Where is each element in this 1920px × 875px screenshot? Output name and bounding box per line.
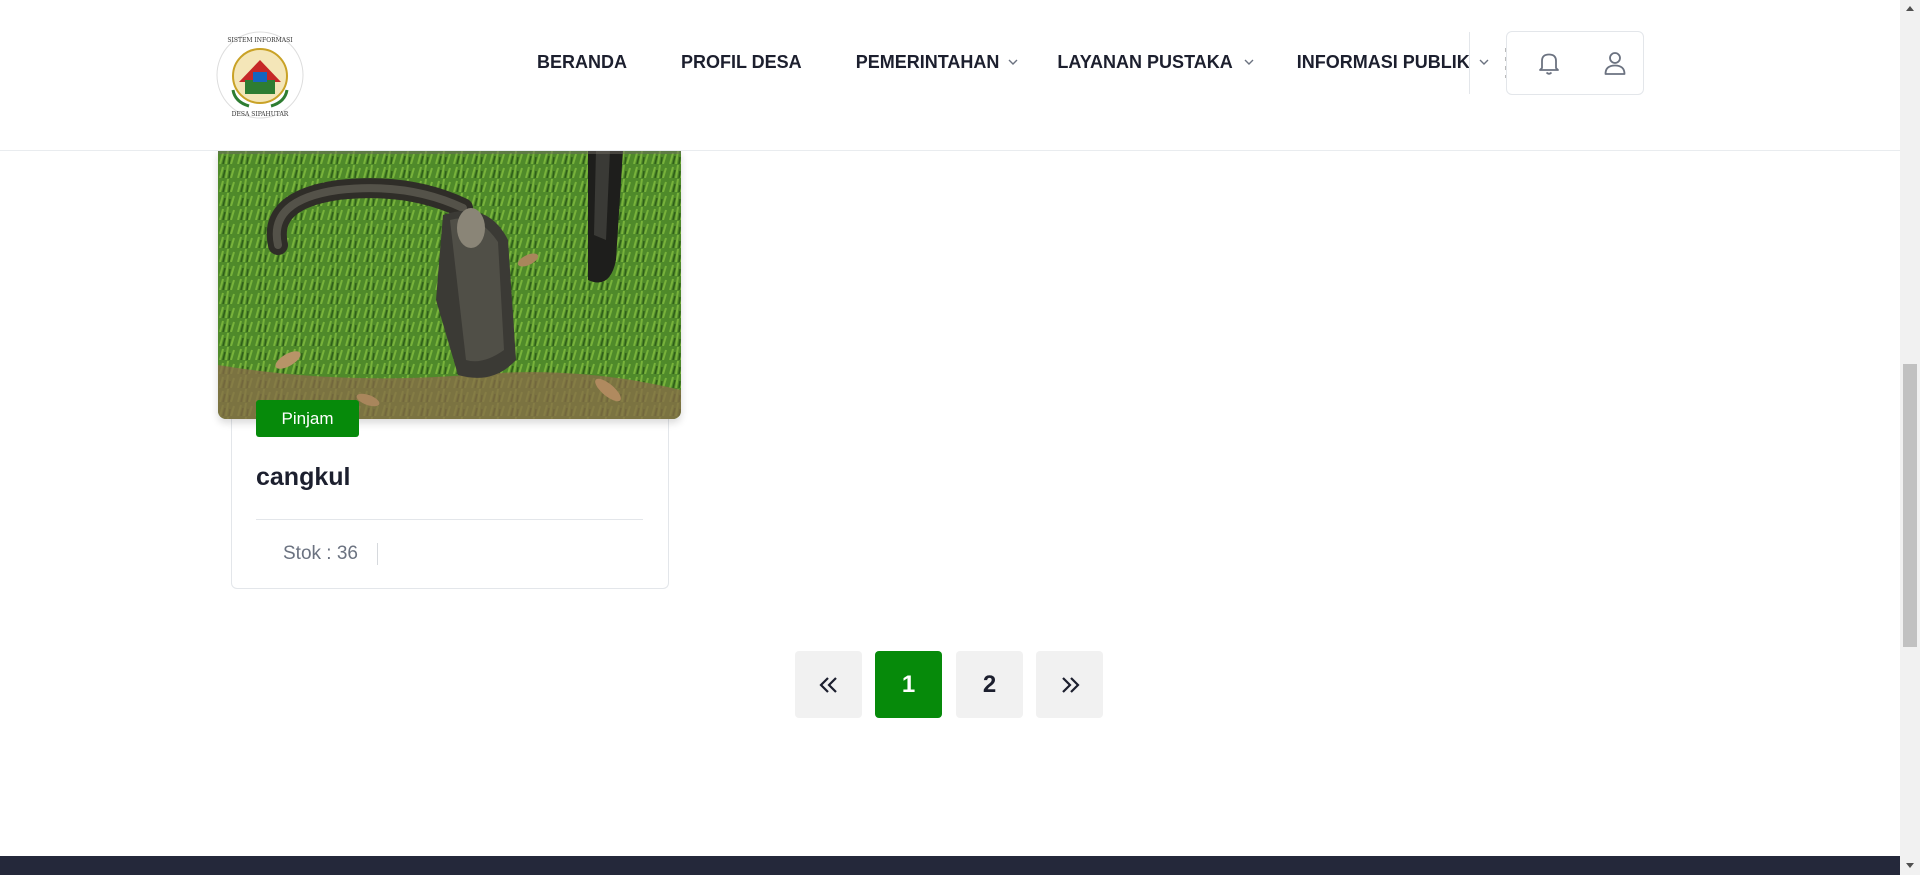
nav-label: INFORMASI PUBLIK	[1296, 51, 1470, 72]
nav-item-beranda[interactable]: BERANDA	[537, 52, 627, 73]
bell-icon[interactable]	[1535, 49, 1563, 77]
chevron-down-icon	[1479, 59, 1489, 65]
stock-separator	[377, 543, 378, 565]
product-image[interactable]	[218, 150, 681, 419]
pagination-page-1[interactable]: 1	[875, 651, 942, 718]
site-logo[interactable]: SISTEM INFORMASI DESA SIPAHUTAR	[215, 30, 305, 120]
chevron-down-icon	[1244, 59, 1254, 65]
logo-text-bottom: DESA SIPAHUTAR	[232, 111, 289, 118]
header-actions	[1506, 31, 1644, 95]
chevron-down-icon	[1008, 59, 1018, 65]
card-divider	[256, 519, 643, 520]
user-icon[interactable]	[1601, 49, 1629, 77]
pagination-page-2[interactable]: 2	[956, 651, 1023, 718]
site-header: SISTEM INFORMASI DESA SIPAHUTAR BERANDA …	[0, 0, 1900, 151]
pagination-next-button[interactable]	[1036, 651, 1103, 718]
nav-label: PROFIL DESA	[681, 51, 802, 72]
main-nav: BERANDA PROFIL DESA PEMERINTAHAN LAYANAN…	[537, 46, 1490, 78]
site-footer	[0, 856, 1900, 875]
nav-label: BERANDA	[537, 51, 627, 72]
nav-item-profil-desa[interactable]: PROFIL DESA	[681, 52, 802, 73]
pagination-prev-button[interactable]	[795, 651, 862, 718]
scroll-up-icon[interactable]	[1905, 4, 1915, 12]
logo-text-top: SISTEM INFORMASI	[227, 37, 293, 44]
nav-divider	[1469, 32, 1470, 94]
borrow-badge[interactable]: Pinjam	[256, 400, 359, 437]
stock-label: Stok : 36	[283, 543, 358, 564]
nav-item-pemerintahan[interactable]: PEMERINTAHAN	[856, 52, 1020, 73]
double-chevron-right-icon	[1061, 676, 1080, 693]
scroll-down-icon[interactable]	[1905, 862, 1915, 870]
double-chevron-left-icon	[818, 676, 837, 693]
nav-label: LAYANAN PUSTAKA	[1057, 51, 1233, 72]
scrollbar-thumb[interactable]	[1903, 364, 1917, 647]
nav-item-informasi-publik[interactable]: INFORMASI PUBLIK	[1297, 52, 1490, 73]
page-scrollbar[interactable]	[1900, 0, 1920, 875]
nav-label: PEMERINTAHAN	[855, 51, 1000, 72]
product-title[interactable]: cangkul	[256, 463, 350, 492]
nav-item-layanan-pustaka[interactable]: LAYANAN PUSTAKA	[1057, 52, 1254, 73]
